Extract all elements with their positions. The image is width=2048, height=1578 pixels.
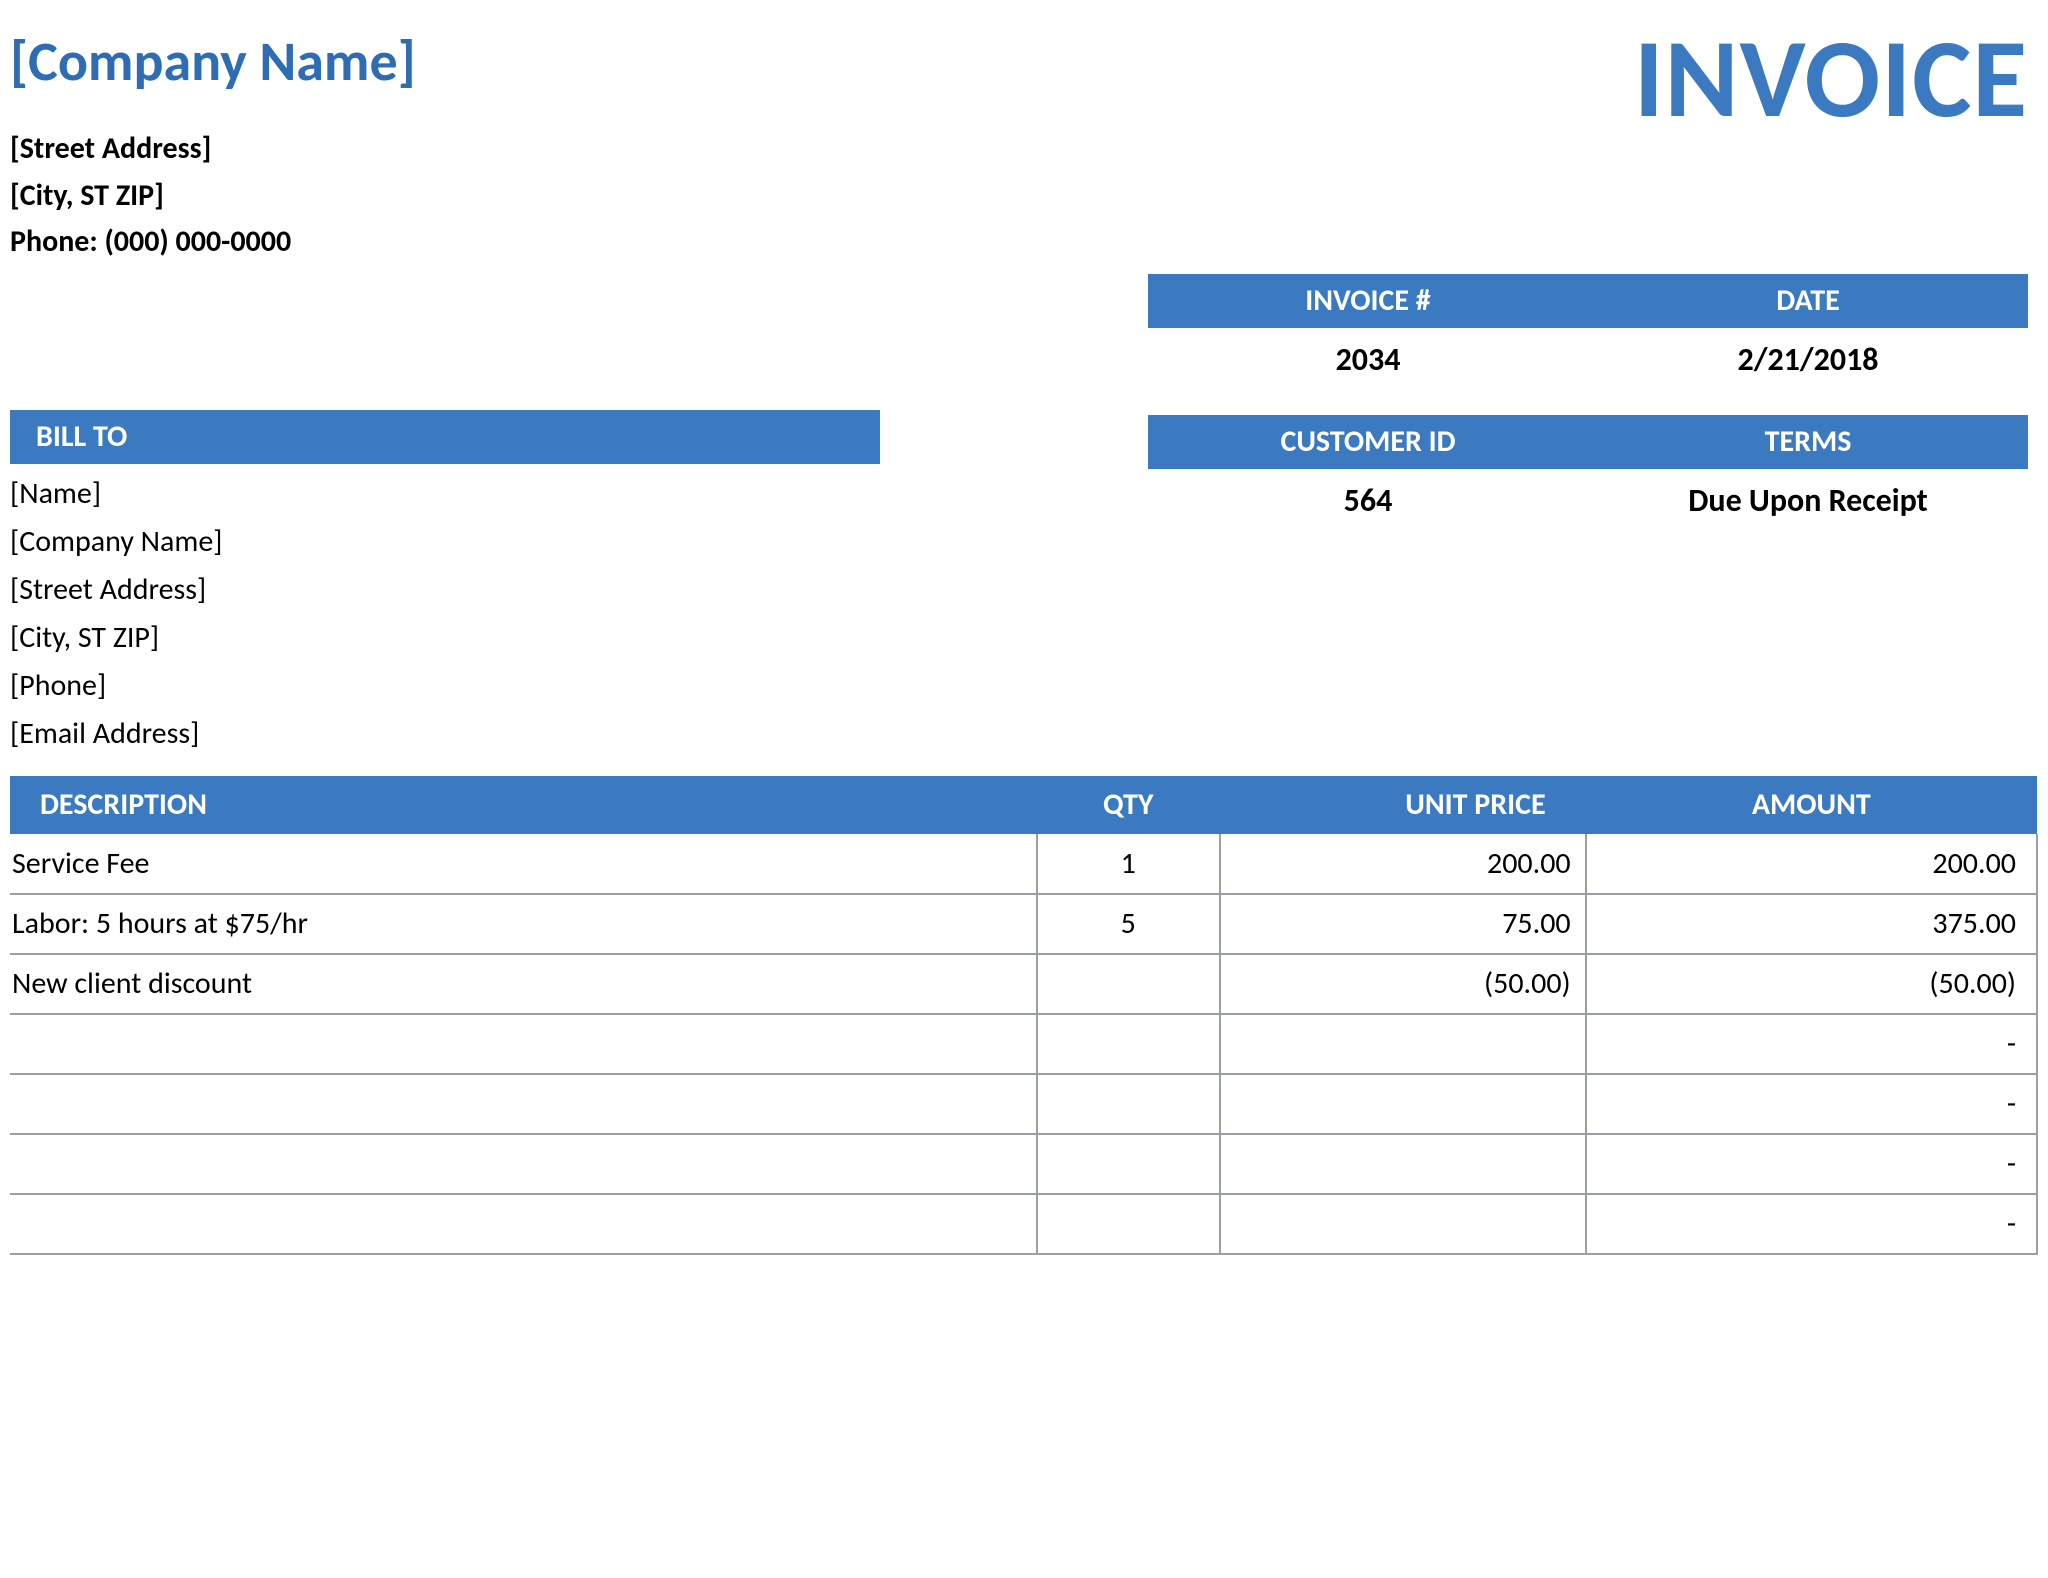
mid-left: BILL TO [Name] [Company Name] [Street Ad… (10, 274, 880, 758)
meta1-label-date: DATE (1588, 282, 2028, 319)
cell-amt: (50.00) (1586, 954, 2037, 1014)
table-row: Labor: 5 hours at $75/hr 5 75.00 375.00 (10, 894, 2037, 954)
company-city: [City, ST ZIP] (10, 173, 416, 220)
cell-unit (1220, 1074, 1586, 1134)
cell-qty (1037, 1074, 1220, 1134)
invoice-title: INVOICE (1634, 10, 2028, 147)
billto-name: [Name] (10, 470, 880, 518)
company-street: [Street Address] (10, 126, 416, 173)
cell-desc: Labor: 5 hours at $75/hr (10, 894, 1037, 954)
cell-desc (10, 1194, 1037, 1254)
meta1-value-date: 2/21/2018 (1588, 328, 2028, 379)
cell-desc: New client discount (10, 954, 1037, 1014)
meta1-value-invoice-num: 2034 (1148, 328, 1588, 379)
cell-unit (1220, 1194, 1586, 1254)
mid-right: INVOICE # DATE 2034 2/21/2018 CUSTOMER I… (1148, 274, 2028, 520)
meta2-label-customer-id: CUSTOMER ID (1148, 423, 1588, 460)
billto-company: [Company Name] (10, 518, 880, 566)
header: [Company Name] [Street Address] [City, S… (10, 20, 2038, 266)
col-amount: AMOUNT (1586, 776, 2037, 834)
cell-qty: 1 (1037, 834, 1220, 894)
meta2-label-terms: TERMS (1588, 423, 2028, 460)
cell-desc: Service Fee (10, 834, 1037, 894)
billto-lines: [Name] [Company Name] [Street Address] [… (10, 464, 880, 758)
meta2-value-customer-id: 564 (1148, 469, 1588, 520)
billto-city: [City, ST ZIP] (10, 614, 880, 662)
cell-amt: 200.00 (1586, 834, 2037, 894)
cell-amt: - (1586, 1194, 2037, 1254)
cell-amt: - (1586, 1074, 2037, 1134)
table-row: - (10, 1194, 2037, 1254)
col-qty: QTY (1037, 776, 1220, 834)
cell-unit (1220, 1134, 1586, 1194)
cell-unit: (50.00) (1220, 954, 1586, 1014)
meta1-values: 2034 2/21/2018 (1148, 328, 2028, 379)
cell-qty (1037, 954, 1220, 1014)
line-items-table: DESCRIPTION QTY UNIT PRICE AMOUNT Servic… (10, 776, 2038, 1255)
cell-qty: 5 (1037, 894, 1220, 954)
cell-qty (1037, 1014, 1220, 1074)
table-row: New client discount (50.00) (50.00) (10, 954, 2037, 1014)
company-name: [Company Name] (10, 28, 416, 96)
table-row: - (10, 1074, 2037, 1134)
billto-phone: [Phone] (10, 662, 880, 710)
cell-qty (1037, 1134, 1220, 1194)
cell-desc (10, 1014, 1037, 1074)
billto-email: [Email Address] (10, 710, 880, 758)
company-block: [Company Name] [Street Address] [City, S… (10, 20, 416, 266)
table-row: - (10, 1014, 2037, 1074)
cell-desc (10, 1134, 1037, 1194)
billto-street: [Street Address] (10, 566, 880, 614)
meta2-values: 564 Due Upon Receipt (1148, 469, 2028, 520)
meta2-value-terms: Due Upon Receipt (1588, 469, 2028, 520)
meta2-header: CUSTOMER ID TERMS (1148, 415, 2028, 469)
meta1-label-invoice-num: INVOICE # (1148, 282, 1588, 319)
cell-amt: - (1586, 1134, 2037, 1194)
cell-amt: - (1586, 1014, 2037, 1074)
cell-unit: 200.00 (1220, 834, 1586, 894)
col-unit-price: UNIT PRICE (1220, 776, 1586, 834)
cell-qty (1037, 1194, 1220, 1254)
items-header-row: DESCRIPTION QTY UNIT PRICE AMOUNT (10, 776, 2037, 834)
cell-unit (1220, 1014, 1586, 1074)
invoice-document: [Company Name] [Street Address] [City, S… (10, 20, 2038, 1255)
meta1-header: INVOICE # DATE (1148, 274, 2028, 328)
billto-header: BILL TO (10, 410, 880, 464)
mid-section: BILL TO [Name] [Company Name] [Street Ad… (10, 274, 2038, 758)
col-description: DESCRIPTION (10, 776, 1037, 834)
cell-desc (10, 1074, 1037, 1134)
company-phone: Phone: (000) 000-0000 (10, 219, 416, 266)
table-row: - (10, 1134, 2037, 1194)
cell-unit: 75.00 (1220, 894, 1586, 954)
cell-amt: 375.00 (1586, 894, 2037, 954)
table-row: Service Fee 1 200.00 200.00 (10, 834, 2037, 894)
